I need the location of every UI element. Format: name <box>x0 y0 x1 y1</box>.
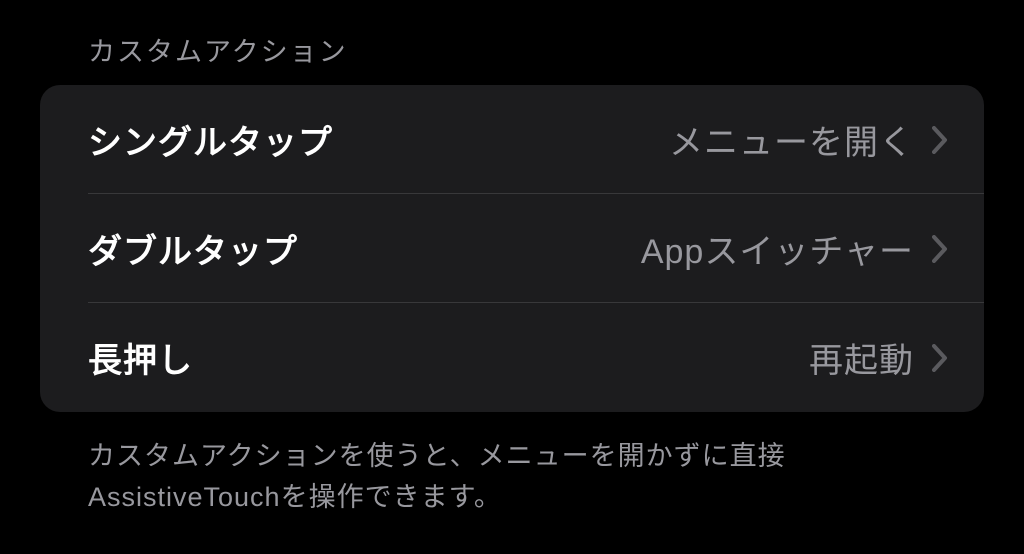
row-value: Appスイッチャー <box>641 224 914 273</box>
row-value-wrap: メニューを開く <box>669 115 948 164</box>
section-footer: カスタムアクションを使うと、メニューを開かずに直接AssistiveTouchを… <box>40 412 984 517</box>
section-header: カスタムアクション <box>40 30 984 85</box>
chevron-right-icon <box>932 126 948 154</box>
row-label: 長押し <box>88 333 193 382</box>
chevron-right-icon <box>932 235 948 263</box>
settings-group: シングルタップ メニューを開く ダブルタップ Appスイッチャー 長押し 再起動 <box>40 85 984 412</box>
row-value: メニューを開く <box>669 115 914 164</box>
row-value-wrap: Appスイッチャー <box>641 224 948 273</box>
row-long-press[interactable]: 長押し 再起動 <box>40 303 984 412</box>
row-value-wrap: 再起動 <box>809 333 948 382</box>
row-value: 再起動 <box>809 333 914 382</box>
row-double-tap[interactable]: ダブルタップ Appスイッチャー <box>40 194 984 303</box>
chevron-right-icon <box>932 344 948 372</box>
row-single-tap[interactable]: シングルタップ メニューを開く <box>40 85 984 194</box>
row-label: ダブルタップ <box>88 224 298 273</box>
row-label: シングルタップ <box>88 115 333 164</box>
